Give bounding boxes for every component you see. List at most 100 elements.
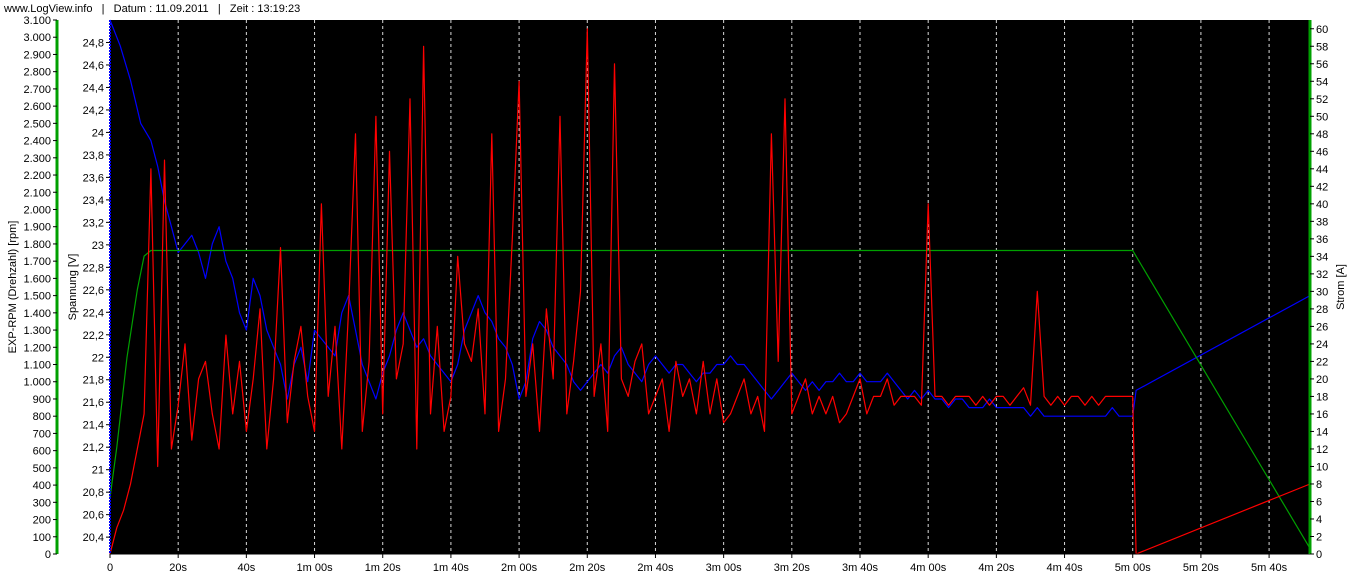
- rpm-tick-label: 700: [33, 428, 51, 440]
- rpm-tick-label: 2.400: [23, 136, 51, 148]
- x-tick-label: 5m 00s: [1115, 562, 1152, 574]
- rpm-tick-label: 2.000: [23, 204, 51, 216]
- rpm-tick-label: 1.900: [23, 222, 51, 234]
- rpm-tick-label: 100: [33, 532, 51, 544]
- rpm-tick-label: 900: [33, 394, 51, 406]
- current-tick-label: 24: [1316, 339, 1328, 351]
- current-tick-label: 40: [1316, 199, 1328, 211]
- current-tick-label: 20: [1316, 374, 1328, 386]
- current-tick-label: 10: [1316, 461, 1328, 473]
- x-tick-label: 1m 20s: [365, 562, 402, 574]
- x-tick-label: 4m 20s: [978, 562, 1015, 574]
- current-axis-title: Strom [A]: [1335, 264, 1347, 310]
- voltage-tick-label: 21,2: [83, 442, 104, 454]
- rpm-tick-label: 2.800: [23, 67, 51, 79]
- x-tick-label: 5m 40s: [1251, 562, 1288, 574]
- x-tick-label: 3m 00s: [706, 562, 743, 574]
- voltage-tick-label: 23,8: [83, 150, 104, 162]
- x-tick-label: 4m 00s: [910, 562, 947, 574]
- voltage-tick-label: 21,8: [83, 375, 104, 387]
- rpm-tick-label: 500: [33, 463, 51, 475]
- plot-background: [110, 20, 1310, 554]
- voltage-tick-label: 22,2: [83, 330, 104, 342]
- x-tick-label: 2m 00s: [501, 562, 538, 574]
- current-tick-label: 50: [1316, 111, 1328, 123]
- rpm-tick-label: 2.700: [23, 84, 51, 96]
- rpm-tick-label: 1.700: [23, 256, 51, 268]
- x-tick-label: 20s: [169, 562, 187, 574]
- current-tick-label: 38: [1316, 216, 1328, 228]
- voltage-tick-label: 22: [92, 352, 104, 364]
- current-tick-label: 8: [1316, 479, 1322, 491]
- rpm-tick-label: 1.300: [23, 325, 51, 337]
- x-tick-label: 4m 40s: [1047, 562, 1084, 574]
- voltage-tick-label: 23,4: [83, 195, 104, 207]
- rpm-tick-label: 200: [33, 515, 51, 527]
- voltage-tick-label: 24,6: [83, 60, 104, 72]
- current-tick-label: 6: [1316, 496, 1322, 508]
- current-tick-label: 56: [1316, 59, 1328, 71]
- x-tick-label: 2m 20s: [569, 562, 606, 574]
- voltage-tick-label: 23: [92, 240, 104, 252]
- voltage-tick-label: 22,6: [83, 285, 104, 297]
- voltage-tick-label: 24,2: [83, 105, 104, 117]
- current-tick-label: 58: [1316, 41, 1328, 53]
- rpm-tick-label: 3.000: [23, 32, 51, 44]
- rpm-tick-label: 1.200: [23, 342, 51, 354]
- voltage-tick-label: 20,6: [83, 510, 104, 522]
- voltage-tick-label: 24: [92, 127, 104, 139]
- rpm-tick-label: 600: [33, 446, 51, 458]
- current-tick-label: 16: [1316, 409, 1328, 421]
- current-tick-label: 26: [1316, 321, 1328, 333]
- current-tick-label: 46: [1316, 146, 1328, 158]
- rpm-tick-label: 2.300: [23, 153, 51, 165]
- rpm-tick-label: 1.400: [23, 308, 51, 320]
- current-tick-label: 4: [1316, 514, 1322, 526]
- current-tick-label: 44: [1316, 164, 1328, 176]
- current-tick-label: 32: [1316, 269, 1328, 281]
- current-tick-label: 42: [1316, 181, 1328, 193]
- rpm-tick-label: 1.100: [23, 360, 51, 372]
- rpm-tick-label: 800: [33, 411, 51, 423]
- rpm-tick-label: 2.100: [23, 187, 51, 199]
- x-tick-label: 3m 40s: [842, 562, 879, 574]
- rpm-tick-label: 3.100: [23, 15, 51, 27]
- current-tick-label: 22: [1316, 356, 1328, 368]
- voltage-tick-label: 20,4: [83, 532, 104, 544]
- current-tick-label: 60: [1316, 24, 1328, 36]
- current-tick-label: 0: [1316, 549, 1322, 561]
- voltage-tick-label: 24,4: [83, 82, 104, 94]
- rpm-tick-label: 2.900: [23, 49, 51, 61]
- rpm-tick-label: 2.200: [23, 170, 51, 182]
- rpm-axis-title: EXP-RPM (Drehzahl) [rpm]: [7, 221, 19, 354]
- rpm-tick-label: 0: [45, 549, 51, 561]
- voltage-tick-label: 23,2: [83, 217, 104, 229]
- current-tick-label: 18: [1316, 391, 1328, 403]
- voltage-tick-label: 21,6: [83, 397, 104, 409]
- x-tick-label: 1m 00s: [297, 562, 334, 574]
- voltage-axis-title: Spannung [V]: [67, 254, 79, 321]
- rpm-tick-label: 1.500: [23, 291, 51, 303]
- current-tick-label: 30: [1316, 286, 1328, 298]
- rpm-tick-label: 400: [33, 480, 51, 492]
- voltage-tick-label: 24,8: [83, 37, 104, 49]
- rpm-tick-label: 1.800: [23, 239, 51, 251]
- x-tick-label: 1m 40s: [433, 562, 470, 574]
- x-tick-label: 40s: [237, 562, 255, 574]
- current-tick-label: 36: [1316, 234, 1328, 246]
- voltage-tick-label: 22,4: [83, 307, 104, 319]
- voltage-tick-label: 21,4: [83, 420, 104, 432]
- voltage-tick-label: 23,6: [83, 172, 104, 184]
- x-tick-label: 2m 40s: [637, 562, 674, 574]
- rpm-tick-label: 2.500: [23, 118, 51, 130]
- current-tick-label: 52: [1316, 94, 1328, 106]
- current-tick-label: 28: [1316, 304, 1328, 316]
- current-tick-label: 34: [1316, 251, 1328, 263]
- rpm-tick-label: 300: [33, 497, 51, 509]
- voltage-tick-label: 22,8: [83, 262, 104, 274]
- voltage-tick-label: 21: [92, 465, 104, 477]
- rpm-tick-label: 1.600: [23, 273, 51, 285]
- current-tick-label: 14: [1316, 426, 1328, 438]
- current-tick-label: 2: [1316, 531, 1322, 543]
- x-tick-label: 3m 20s: [774, 562, 811, 574]
